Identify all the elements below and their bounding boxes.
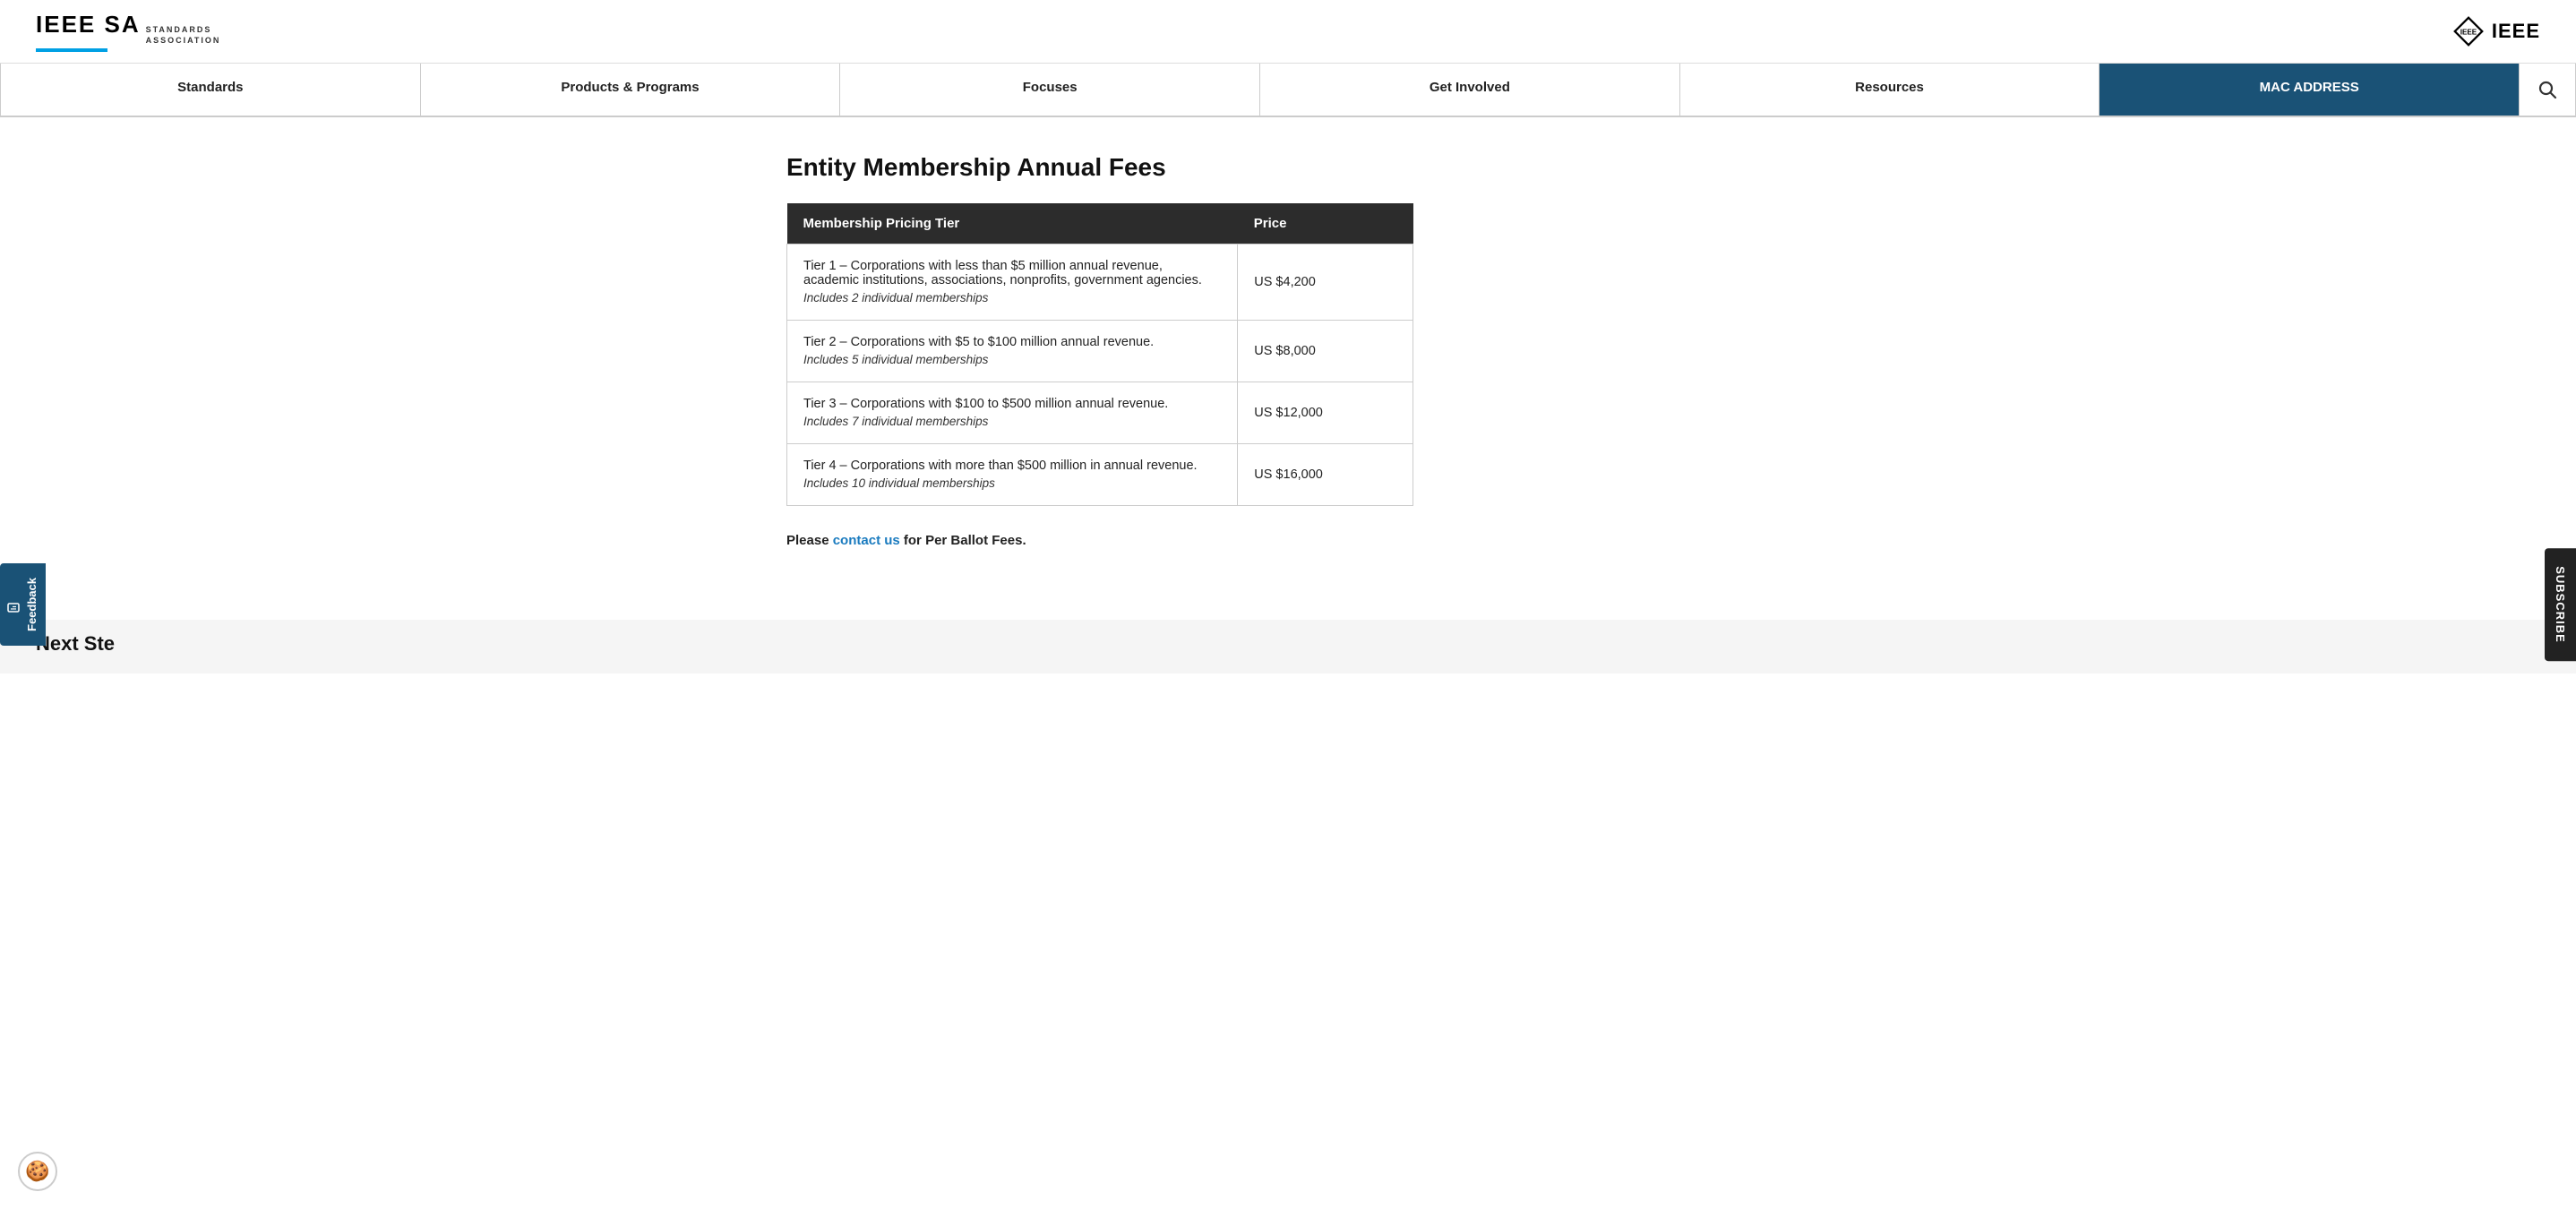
standards-association-text: STANDARDS ASSOCIATION [146, 25, 221, 46]
page-title: Entity Membership Annual Fees [786, 153, 1790, 182]
ieee-logo: IEEE IEEE [2452, 15, 2540, 47]
table-row: Tier 3 – Corporations with $100 to $500 … [787, 382, 1413, 444]
tier-cell-0: Tier 1 – Corporations with less than $5 … [787, 244, 1238, 321]
table-row: Tier 4 – Corporations with more than $50… [787, 444, 1413, 506]
tier-description-3: Tier 4 – Corporations with more than $50… [803, 459, 1221, 473]
ballot-note-prefix: Please [786, 533, 833, 548]
feedback-label: Feedback [25, 578, 39, 631]
tier-cell-2: Tier 3 – Corporations with $100 to $500 … [787, 382, 1238, 444]
table-row: Tier 2 – Corporations with $5 to $100 mi… [787, 321, 1413, 382]
tier-includes-1: Includes 5 individual memberships [803, 353, 988, 366]
nav-resources[interactable]: Resources [1680, 64, 2100, 116]
table-header-tier: Membership Pricing Tier [787, 203, 1238, 244]
cookie-consent-button[interactable]: 🍪 [18, 1152, 57, 1191]
nav-products-programs[interactable]: Products & Programs [421, 64, 841, 116]
nav-focuses[interactable]: Focuses [840, 64, 1260, 116]
tier-includes-3: Includes 10 individual memberships [803, 476, 995, 490]
blue-accent-bar [36, 48, 107, 52]
svg-text:IEEE: IEEE [2460, 29, 2477, 37]
ballot-note-suffix: for Per Ballot Fees. [900, 533, 1026, 548]
ieee-diamond-icon: IEEE [2452, 15, 2485, 47]
price-cell-1: US $8,000 [1238, 321, 1413, 382]
ballot-note: Please contact us for Per Ballot Fees. [786, 533, 1790, 548]
search-icon [2537, 80, 2557, 99]
price-cell-0: US $4,200 [1238, 244, 1413, 321]
logo-area: IEEE SA STANDARDS ASSOCIATION [36, 11, 220, 52]
ieee-sa-logo: IEEE SA STANDARDS ASSOCIATION [36, 11, 220, 52]
feedback-icon [7, 600, 20, 613]
tier-description-1: Tier 2 – Corporations with $5 to $100 mi… [803, 335, 1221, 349]
tier-cell-3: Tier 4 – Corporations with more than $50… [787, 444, 1238, 506]
subscribe-tab[interactable]: SUBSCRIBE [2545, 548, 2576, 661]
price-cell-2: US $12,000 [1238, 382, 1413, 444]
next-steps-section: Next Ste [0, 620, 2576, 673]
ieee-sa-text: IEEE SA [36, 11, 141, 39]
contact-us-link[interactable]: contact us [833, 533, 900, 548]
pricing-table: Membership Pricing Tier Price Tier 1 – C… [786, 203, 1413, 506]
subscribe-label: SUBSCRIBE [2554, 566, 2567, 643]
tier-includes-0: Includes 2 individual memberships [803, 291, 988, 304]
tier-description-0: Tier 1 – Corporations with less than $5 … [803, 259, 1221, 287]
site-header: IEEE SA STANDARDS ASSOCIATION IEEE IEEE [0, 0, 2576, 64]
nav-get-involved[interactable]: Get Involved [1260, 64, 1680, 116]
tier-cell-1: Tier 2 – Corporations with $5 to $100 mi… [787, 321, 1238, 382]
tier-description-2: Tier 3 – Corporations with $100 to $500 … [803, 397, 1221, 411]
table-row: Tier 1 – Corporations with less than $5 … [787, 244, 1413, 321]
table-header-price: Price [1238, 203, 1413, 244]
price-cell-3: US $16,000 [1238, 444, 1413, 506]
nav-standards[interactable]: Standards [0, 64, 421, 116]
main-nav: Standards Products & Programs Focuses Ge… [0, 64, 2576, 117]
nav-mac-address[interactable]: MAC ADDRESS [2099, 64, 2520, 116]
feedback-tab[interactable]: Feedback [0, 563, 46, 646]
next-steps-label: Next Ste [36, 632, 115, 656]
tier-includes-2: Includes 7 individual memberships [803, 415, 988, 428]
nav-search-button[interactable] [2520, 64, 2576, 116]
cookie-icon: 🍪 [25, 1160, 49, 1183]
main-content: Entity Membership Annual Fees Membership… [751, 117, 1825, 620]
